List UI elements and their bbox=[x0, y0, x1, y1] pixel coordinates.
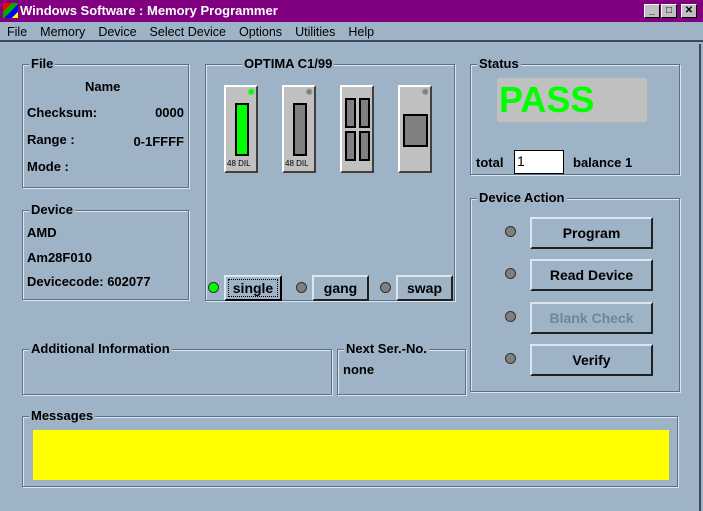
chip-icon bbox=[235, 103, 249, 156]
read-device-button[interactable]: Read Device bbox=[530, 259, 653, 291]
gang-led bbox=[296, 282, 307, 293]
file-group-label: File bbox=[29, 56, 56, 72]
menu-help[interactable]: Help bbox=[348, 22, 374, 40]
device-group-label: Device bbox=[29, 202, 75, 218]
next-serial-value: none bbox=[343, 362, 375, 377]
range-label: Range : bbox=[27, 132, 75, 147]
total-label: total bbox=[476, 155, 504, 170]
status-group-label: Status bbox=[477, 56, 521, 72]
balance-label: balance 1 bbox=[573, 155, 633, 170]
verify-led bbox=[505, 353, 516, 364]
program-button[interactable]: Program bbox=[530, 217, 653, 249]
close-button[interactable]: ✕ bbox=[681, 4, 697, 18]
next-serial-group: Next Ser.-No. none bbox=[337, 341, 466, 395]
checksum-value: 0000 bbox=[155, 105, 184, 120]
single-button[interactable]: single bbox=[224, 275, 282, 301]
menu-bar: File Memory Device Select Device Options… bbox=[0, 22, 703, 42]
device-part: Am28F010 bbox=[27, 250, 93, 265]
star-icon: ✸ bbox=[421, 87, 429, 97]
next-serial-label: Next Ser.-No. bbox=[344, 341, 429, 357]
checksum-label: Checksum: bbox=[27, 105, 98, 120]
socket-plcc[interactable]: ✸ bbox=[398, 85, 432, 173]
blank-check-button: Blank Check bbox=[530, 302, 653, 334]
additional-info-group: Additional Information bbox=[22, 341, 332, 395]
verify-button[interactable]: Verify bbox=[530, 344, 653, 376]
read-device-led bbox=[505, 268, 516, 279]
socket-caption: 48 DIL bbox=[285, 159, 309, 168]
star-icon: ✸ bbox=[305, 87, 313, 97]
chip-icon bbox=[293, 103, 307, 156]
range-value: 0-1FFFF bbox=[133, 134, 184, 149]
single-led bbox=[208, 282, 219, 293]
socket-gang[interactable] bbox=[340, 85, 374, 173]
gang-button[interactable]: gang bbox=[312, 275, 369, 301]
file-group: File Name Checksum: 0000 Range : 0-1FFFF… bbox=[22, 56, 189, 188]
chip-icon bbox=[345, 98, 356, 128]
app-icon[interactable] bbox=[3, 3, 18, 18]
status-result: PASS bbox=[497, 78, 647, 122]
socket-48dil-1[interactable]: ✸ 48 DIL bbox=[224, 85, 258, 173]
status-group: Status PASS total 1 balance 1 bbox=[470, 56, 680, 175]
menu-select-device[interactable]: Select Device bbox=[150, 22, 226, 40]
window-title: Windows Software : Memory Programmer bbox=[20, 3, 278, 18]
menu-file[interactable]: File bbox=[7, 22, 27, 40]
menu-utilities[interactable]: Utilities bbox=[295, 22, 335, 40]
active-star-icon: ✸ bbox=[247, 87, 255, 97]
minimize-button[interactable]: _ bbox=[644, 4, 660, 18]
swap-led bbox=[380, 282, 391, 293]
additional-info-label: Additional Information bbox=[29, 341, 172, 357]
chip-icon bbox=[359, 131, 370, 161]
device-group: Device AMD Am28F010 Devicecode: 602077 bbox=[22, 202, 189, 300]
messages-label: Messages bbox=[29, 408, 96, 424]
name-label: Name bbox=[85, 79, 121, 94]
messages-group: Messages bbox=[22, 408, 678, 487]
chip-icon bbox=[345, 131, 356, 161]
messages-area bbox=[33, 430, 669, 480]
device-action-label: Device Action bbox=[477, 190, 567, 206]
blank-check-led bbox=[505, 311, 516, 322]
menu-options[interactable]: Options bbox=[239, 22, 282, 40]
window-border bbox=[699, 44, 701, 511]
swap-button[interactable]: swap bbox=[396, 275, 453, 301]
chip-icon bbox=[359, 98, 370, 128]
program-led bbox=[505, 226, 516, 237]
menu-memory[interactable]: Memory bbox=[40, 22, 85, 40]
socket-caption: 48 DIL bbox=[227, 159, 251, 168]
optima-label: OPTIMA C1/99 bbox=[242, 56, 335, 72]
device-manufacturer: AMD bbox=[27, 225, 57, 240]
socket-48dil-2[interactable]: ✸ 48 DIL bbox=[282, 85, 316, 173]
mode-label: Mode : bbox=[27, 159, 69, 174]
maximize-button[interactable]: □ bbox=[661, 4, 677, 18]
menu-device[interactable]: Device bbox=[98, 22, 136, 40]
plcc-chip-icon bbox=[403, 114, 428, 147]
device-code: Devicecode: 602077 bbox=[27, 274, 151, 289]
title-bar: Windows Software : Memory Programmer bbox=[0, 0, 703, 22]
total-input[interactable]: 1 bbox=[514, 150, 564, 174]
